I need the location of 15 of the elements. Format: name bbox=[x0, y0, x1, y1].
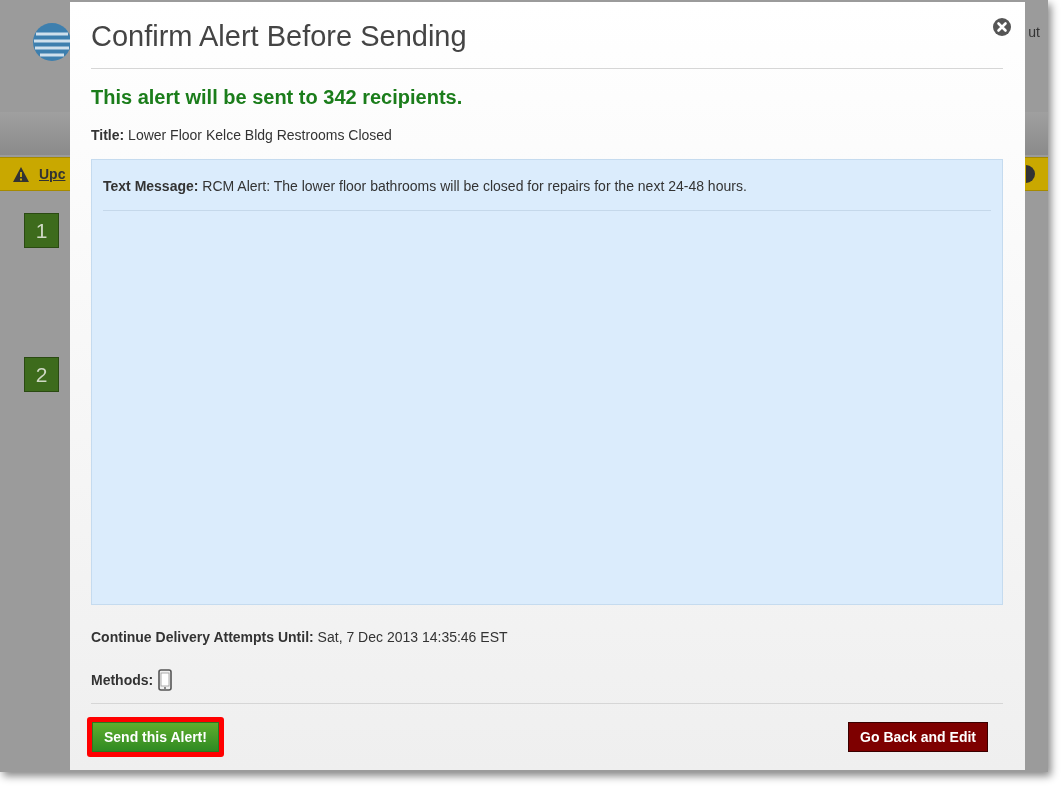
globe-logo-icon bbox=[32, 22, 72, 62]
step-number: 1 bbox=[24, 213, 59, 248]
warning-icon bbox=[12, 165, 30, 183]
recipients-summary: This alert will be sent to 342 recipients. bbox=[91, 86, 464, 109]
step-number: 2 bbox=[24, 357, 59, 392]
methods-label: Methods: bbox=[91, 672, 154, 688]
alert-title: Title: Lower Floor Kelce Bldg Restrooms Closed bbox=[91, 127, 393, 143]
dialog-title: Confirm Alert Before Sending bbox=[91, 20, 467, 53]
phone-icon bbox=[158, 669, 173, 691]
text-message: Text Message: RCM Alert: The lower floor bathrooms will be closed for repairs for the next 24-48 hours. bbox=[103, 178, 748, 194]
notice-link[interactable]: Upc bbox=[39, 166, 66, 182]
back-button[interactable]: Go Back and Edit bbox=[848, 722, 988, 752]
send-button[interactable]: Send this Alert! bbox=[92, 722, 219, 752]
delivery-until: Continue Delivery Attempts Until: Sat, 7 Dec 2013 14:35:46 EST bbox=[91, 629, 509, 645]
header-text: ut bbox=[1028, 24, 1040, 40]
